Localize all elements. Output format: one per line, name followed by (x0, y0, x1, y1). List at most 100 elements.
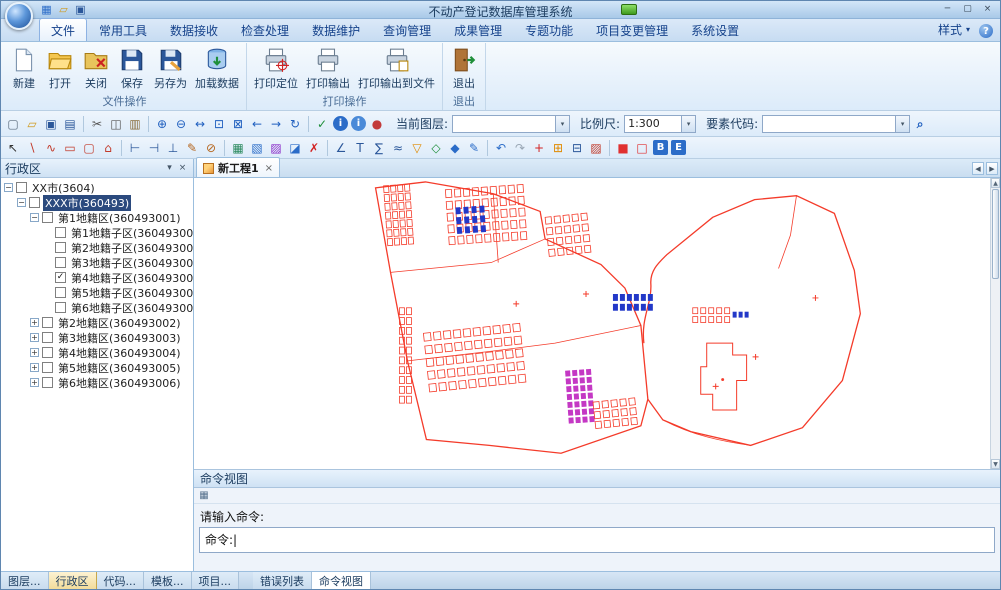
command-input[interactable]: 命令:| (199, 527, 995, 553)
command-menu-icon[interactable]: ▦ (197, 489, 211, 503)
smooth-icon[interactable]: ≈ (389, 139, 407, 157)
region-icon[interactable]: ▨ (587, 139, 605, 157)
zoom-in-icon[interactable]: ⊕ (153, 115, 171, 133)
tree-item[interactable]: +第5地籍区(360493005) (1, 360, 193, 375)
ribbon-tab[interactable]: 文件 (39, 18, 87, 41)
maximize-button[interactable]: ▢ (959, 2, 976, 16)
tree-expander-icon[interactable]: + (30, 348, 39, 357)
feature-code-select[interactable]: ▾ (762, 115, 910, 133)
select-icon[interactable]: ↖ (4, 139, 22, 157)
ribbon-tab[interactable]: 查询管理 (372, 19, 442, 41)
snap-grid-icon[interactable]: ⊞ (549, 139, 567, 157)
split-line-icon[interactable]: ⊣ (145, 139, 163, 157)
print-file-button[interactable]: 打印输出到文件 (354, 45, 439, 93)
about-icon[interactable]: i (351, 116, 366, 131)
refresh-icon[interactable]: ↻ (286, 115, 304, 133)
tree-item[interactable]: −第1地籍区(360493001) (1, 210, 193, 225)
load-data-button[interactable]: 加载数据 (191, 45, 243, 93)
map-canvas[interactable] (194, 178, 990, 469)
tab-scroll-right-icon[interactable]: ▶ (986, 162, 998, 175)
search-icon[interactable]: ⌕ (911, 115, 929, 133)
tree-item[interactable]: ✓第4地籍子区(360493001004) (1, 270, 193, 285)
tree-checkbox[interactable] (42, 317, 53, 328)
tree-checkbox[interactable] (55, 257, 66, 268)
undo-icon[interactable]: ↶ (492, 139, 510, 157)
tree-checkbox[interactable] (55, 227, 66, 238)
draw-rectangle-icon[interactable]: ▭ (61, 139, 79, 157)
attach-icon[interactable]: ◪ (286, 139, 304, 157)
erase-icon[interactable]: ⊘ (202, 139, 220, 157)
tree-item[interactable]: 第3地籍子区(360493001003) (1, 255, 193, 270)
delete-icon[interactable]: ✗ (305, 139, 323, 157)
pin-icon[interactable]: ▾ (163, 162, 176, 175)
save-button[interactable]: 保存 (114, 45, 150, 93)
save-as-button[interactable]: 另存为 (150, 45, 191, 93)
draw-rounded-rect-icon[interactable]: ▢ (80, 139, 98, 157)
help-icon[interactable]: ? (979, 24, 993, 38)
red-fill-icon[interactable]: ■ (614, 139, 632, 157)
previous-view-icon[interactable]: ← (248, 115, 266, 133)
tree-expander-icon[interactable]: + (30, 333, 39, 342)
dock-tab[interactable]: 项目... (192, 572, 240, 589)
paste-icon[interactable]: ▥ (126, 115, 144, 133)
tree-checkbox[interactable] (42, 332, 53, 343)
map-export-icon[interactable]: ▨ (267, 139, 285, 157)
tree-checkbox[interactable] (42, 212, 53, 223)
tree-checkbox[interactable] (55, 242, 66, 253)
layer-fill-icon[interactable]: ▦ (229, 139, 247, 157)
scroll-up-icon[interactable]: ▲ (991, 178, 1000, 188)
print-button[interactable]: 打印输出 (302, 45, 354, 93)
bold-icon[interactable]: B (653, 140, 668, 155)
tree-item[interactable]: 第1地籍子区(360493001001) (1, 225, 193, 240)
info-icon[interactable]: i (333, 116, 348, 131)
minimize-button[interactable]: ─ (939, 2, 956, 16)
dock-tab[interactable]: 模板... (144, 572, 192, 589)
tree-item[interactable]: −XXX市(360493) (1, 195, 193, 210)
tree-checkbox[interactable] (55, 287, 66, 298)
save-all-icon[interactable]: ▤ (61, 115, 79, 133)
ribbon-tab[interactable]: 项目变更管理 (585, 19, 679, 41)
tree-item[interactable]: +第2地籍区(360493002) (1, 315, 193, 330)
grid-off-icon[interactable]: ⊟ (568, 139, 586, 157)
edit-vertex-icon[interactable]: ⊢ (126, 139, 144, 157)
red-frame-icon[interactable]: □ (633, 139, 651, 157)
tree-item[interactable]: 第2地籍子区(360493001002) (1, 240, 193, 255)
draw-polygon-icon[interactable]: ⌂ (99, 139, 117, 157)
angle-icon[interactable]: ∠ (332, 139, 350, 157)
redo-icon[interactable]: ↷ (511, 139, 529, 157)
sum-icon[interactable]: ∑ (370, 139, 388, 157)
zoom-window-icon[interactable]: ⊡ (210, 115, 228, 133)
ribbon-tab[interactable]: 数据接收 (159, 19, 229, 41)
draw-line-icon[interactable]: ∖ (23, 139, 41, 157)
ribbon-tab[interactable]: 专题功能 (514, 19, 584, 41)
open-icon[interactable]: ▱ (23, 115, 41, 133)
draw-polyline-icon[interactable]: ∿ (42, 139, 60, 157)
tree-expander-icon[interactable]: + (30, 363, 39, 372)
stop-icon[interactable]: ● (368, 115, 386, 133)
text-label-icon[interactable]: T (351, 139, 369, 157)
close-folder-button[interactable]: 关闭 (78, 45, 114, 93)
move-icon[interactable]: + (530, 139, 548, 157)
scrollbar-thumb[interactable] (992, 189, 999, 279)
dock-tab[interactable]: 代码... (97, 572, 145, 589)
tree-item[interactable]: 第6地籍子区(360493001006) (1, 300, 193, 315)
ribbon-tab[interactable]: 检查处理 (230, 19, 300, 41)
border-style-icon[interactable]: E (671, 140, 686, 155)
tree-item[interactable]: +第4地籍区(360493004) (1, 345, 193, 360)
tree-expander-icon[interactable]: + (30, 318, 39, 327)
map-viewport[interactable]: ▲ ▼ (194, 178, 1000, 470)
scale-select[interactable]: 1:300 ▾ (624, 115, 696, 133)
open-folder-button[interactable]: 打开 (42, 45, 78, 93)
annotate-icon[interactable]: ✎ (465, 139, 483, 157)
scroll-down-icon[interactable]: ▼ (991, 459, 1000, 469)
current-layer-select[interactable]: ▾ (452, 115, 570, 133)
dock-tab[interactable]: 图层... (1, 572, 49, 589)
tree-checkbox[interactable] (42, 377, 53, 388)
tree-expander-icon[interactable]: − (4, 183, 13, 192)
dock-tab[interactable]: 行政区 (49, 572, 97, 589)
tree-item[interactable]: 第5地籍子区(360493001005) (1, 285, 193, 300)
next-view-icon[interactable]: → (267, 115, 285, 133)
tree-item[interactable]: +第3地籍区(360493003) (1, 330, 193, 345)
layer-hatch-icon[interactable]: ▧ (248, 139, 266, 157)
tree-expander-icon[interactable]: − (30, 213, 39, 222)
